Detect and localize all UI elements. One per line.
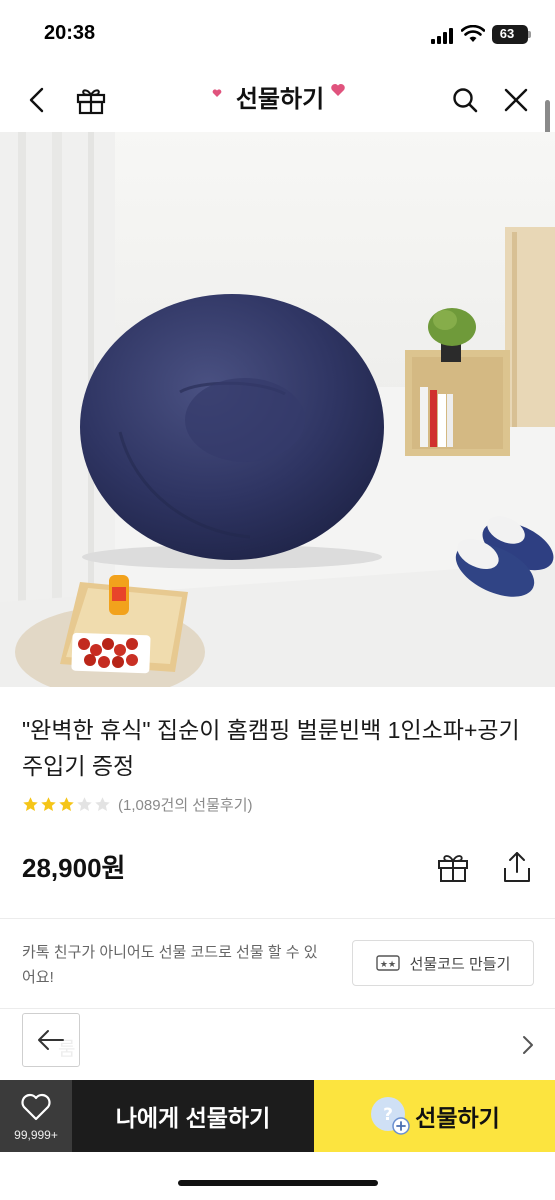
expandable-info-row[interactable]: 룸 [0, 1010, 555, 1078]
create-gift-code-button[interactable]: ★★ 선물코드 만들기 [352, 940, 534, 986]
star-filled-icon [59, 796, 74, 811]
nav-bar: 선물하기 [0, 70, 555, 130]
gift-box-icon[interactable] [434, 848, 472, 886]
create-gift-code-label: 선물코드 만들기 [409, 955, 511, 973]
heart-outline-icon [21, 1093, 51, 1121]
close-icon[interactable] [498, 82, 534, 118]
review-count[interactable]: (1,089건의 선물후기) [118, 794, 253, 815]
floating-back-button[interactable] [22, 1013, 80, 1067]
status-bar: 20:38 63 [0, 0, 555, 68]
coupon-code-icon: ★★ [375, 955, 400, 971]
product-title: "완벽한 휴식" 집순이 홈캠핑 벌룬빈백 1인소파+공기주입기 증정 [22, 717, 520, 779]
page-title: 선물하기 [235, 86, 325, 113]
star-empty-icon [95, 796, 110, 811]
heart-icon [212, 89, 222, 97]
cellular-signal-icon [431, 28, 455, 44]
gift-to-self-button[interactable]: 나에게 선물하기 [72, 1080, 314, 1152]
star-filled-icon [41, 796, 56, 811]
product-price: 28,900원 [22, 853, 126, 883]
battery-tip [528, 31, 531, 38]
back-arrow-icon[interactable] [20, 82, 56, 118]
status-time: 20:38 [44, 22, 96, 44]
left-arrow-icon [38, 1030, 64, 1050]
friend-select-icon: ? [371, 1097, 410, 1135]
home-indicator[interactable] [178, 1180, 378, 1186]
gift-to-friend-button[interactable]: ? 선물하기 [314, 1080, 555, 1152]
gift-to-friend-label: 선물하기 [415, 1105, 500, 1131]
share-icon[interactable] [498, 848, 536, 886]
gift-to-self-label: 나에게 선물하기 [115, 1105, 271, 1131]
gift-box-icon[interactable] [73, 82, 109, 118]
search-icon[interactable] [447, 82, 483, 118]
svg-text:★★: ★★ [380, 960, 396, 970]
star-empty-icon [77, 796, 92, 811]
svg-text:?: ? [383, 1105, 393, 1125]
divider [0, 918, 555, 919]
battery-level: 63 [499, 26, 515, 41]
wish-count: 99,999+ [14, 1128, 58, 1142]
rating-row[interactable]: (1,089건의 선물후기) [22, 793, 253, 815]
bottom-action-bar: 99,999+ 나에게 선물하기 ? 선물하기 [0, 1080, 555, 1152]
heart-icon [331, 84, 345, 96]
product-image[interactable] [0, 132, 555, 687]
chevron-right-icon [523, 1036, 533, 1054]
gift-code-description: 카톡 친구가 아니어도 선물 코드로 선물 할 수 있어요! [22, 944, 318, 986]
bean-bag-photo [0, 132, 555, 687]
star-filled-icon [23, 796, 38, 811]
battery-icon: 63 [492, 25, 528, 44]
nav-title-container: 선물하기 [200, 78, 360, 122]
wifi-icon [461, 25, 485, 42]
divider [0, 1008, 555, 1009]
wish-button[interactable]: 99,999+ [0, 1080, 72, 1152]
